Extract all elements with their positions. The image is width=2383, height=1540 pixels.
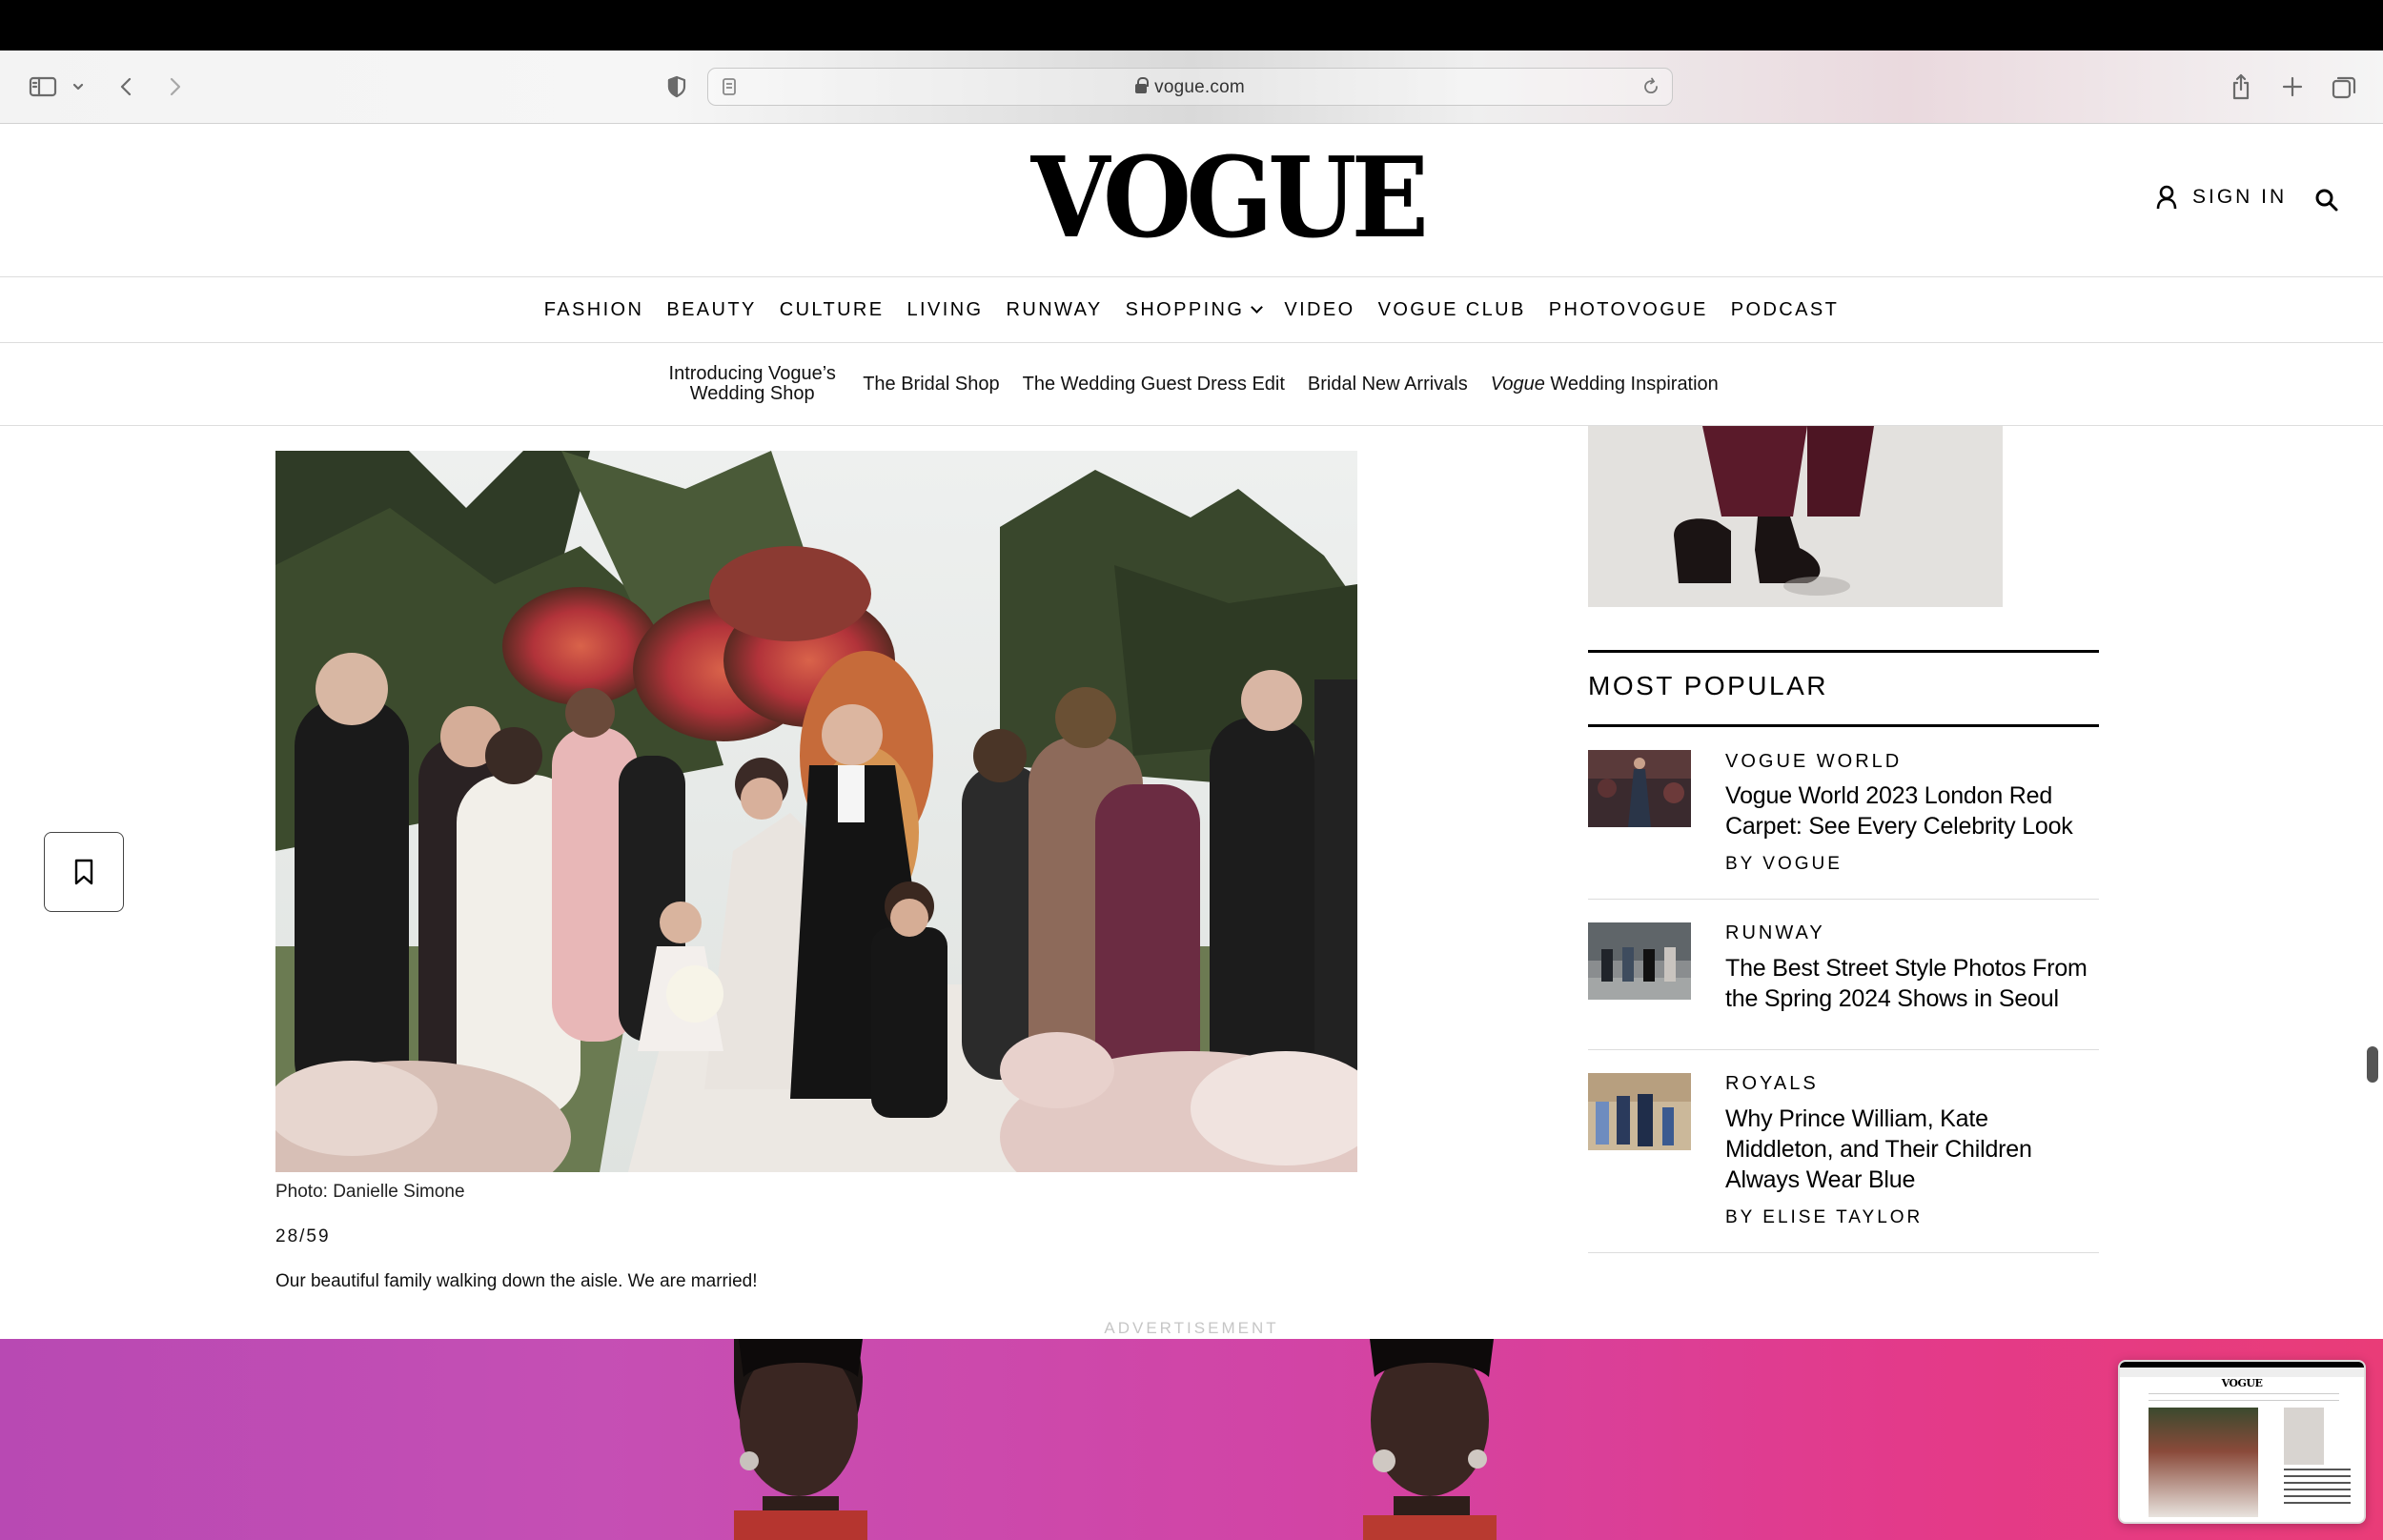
site-header: VOGUE SIGN IN bbox=[0, 124, 2383, 277]
subnav-bridal-new-arrivals[interactable]: Bridal New Arrivals bbox=[1308, 374, 1468, 395]
search-icon[interactable] bbox=[2314, 188, 2339, 217]
chevron-down-icon[interactable] bbox=[71, 70, 86, 104]
address-bar[interactable]: vogue.com bbox=[707, 68, 1673, 106]
nav-shopping[interactable]: SHOPPING bbox=[1125, 298, 1264, 321]
main-nav: FASHION BEAUTY CULTURE LIVING RUNWAY SHO… bbox=[0, 277, 2383, 343]
ad-visual bbox=[734, 1339, 1497, 1540]
preview-logo: VOGUE bbox=[2221, 1377, 2263, 1389]
subnav-wedding-inspiration-rest: Wedding Inspiration bbox=[1544, 373, 1719, 395]
article-thumbnail[interactable] bbox=[1588, 922, 1691, 1000]
subnav-wedding-inspiration-italic: Vogue bbox=[1490, 373, 1545, 395]
royals-thumbnail bbox=[1588, 1073, 1691, 1150]
bookmark-icon bbox=[74, 859, 93, 885]
street-style-thumbnail bbox=[1588, 922, 1691, 1000]
nav-photovogue[interactable]: PHOTOVOGUE bbox=[1549, 299, 1708, 321]
share-icon[interactable] bbox=[2227, 70, 2255, 104]
sub-nav: Introducing Vogue’s Wedding Shop The Brid… bbox=[0, 343, 2383, 426]
preview-photo bbox=[2149, 1408, 2258, 1517]
nav-culture[interactable]: CULTURE bbox=[780, 299, 885, 321]
photo-credit: Photo: Danielle Simone bbox=[275, 1182, 465, 1202]
most-popular-top-rule bbox=[1588, 650, 2099, 653]
scrollbar-thumb[interactable] bbox=[2367, 1046, 2378, 1083]
nav-fashion[interactable]: FASHION bbox=[544, 299, 644, 321]
article-rubric[interactable]: RUNWAY bbox=[1725, 922, 1825, 944]
vogue-logo[interactable]: VOGUE bbox=[1031, 141, 1429, 255]
nav-video[interactable]: VIDEO bbox=[1284, 299, 1354, 321]
most-popular-item[interactable]: VOGUE WORLD Vogue World 2023 London Red … bbox=[1588, 727, 2099, 900]
subnav-guest-dress-edit[interactable]: The Wedding Guest Dress Edit bbox=[1023, 374, 1285, 395]
nav-runway[interactable]: RUNWAY bbox=[1007, 299, 1103, 321]
sidebar-icon[interactable] bbox=[27, 70, 59, 104]
subnav-wedding-shop-line2: Wedding Shop bbox=[689, 383, 815, 404]
menu-bar bbox=[0, 0, 2383, 51]
tabs-overview-icon[interactable] bbox=[2329, 70, 2359, 104]
preview-subnav-rule bbox=[2149, 1400, 2339, 1401]
nav-beauty[interactable]: BEAUTY bbox=[666, 299, 756, 321]
sidebar-ad-visual bbox=[1588, 426, 2003, 607]
nav-living[interactable]: LIVING bbox=[907, 299, 984, 321]
nav-shopping-label: SHOPPING bbox=[1125, 298, 1245, 320]
lock-icon bbox=[1135, 77, 1150, 93]
advertisement-label: ADVERTISEMENT bbox=[1104, 1319, 1279, 1337]
slide-counter: 28/59 bbox=[275, 1226, 331, 1246]
nav-vogue-club[interactable]: VOGUE CLUB bbox=[1378, 299, 1526, 321]
page-preview-thumbnail[interactable]: VOGUE bbox=[2118, 1360, 2366, 1524]
chevron-down-icon bbox=[1251, 301, 1264, 314]
sign-in-label: SIGN IN bbox=[2192, 186, 2288, 208]
most-popular-title: MOST POPULAR bbox=[1588, 671, 1828, 700]
article-byline: BY VOGUE bbox=[1725, 854, 1843, 874]
preview-side-ad bbox=[2284, 1408, 2324, 1465]
article-headline[interactable]: Why Prince William, Kate Middleton, and … bbox=[1725, 1104, 2097, 1195]
most-popular-item[interactable]: RUNWAY The Best Street Style Photos From… bbox=[1588, 900, 2099, 1050]
gallery-photo[interactable] bbox=[275, 451, 1357, 1172]
preview-toolbar bbox=[2120, 1368, 2364, 1377]
nav-podcast[interactable]: PODCAST bbox=[1731, 299, 1839, 321]
subnav-wedding-inspiration[interactable]: Vogue Wedding Inspiration bbox=[1490, 373, 1719, 395]
user-icon bbox=[2156, 185, 2177, 210]
advertisement-banner[interactable] bbox=[0, 1339, 2383, 1540]
article-headline[interactable]: Vogue World 2023 London Red Carpet: See … bbox=[1725, 780, 2097, 841]
subnav-wedding-shop-line1: Introducing Vogue’s bbox=[668, 363, 836, 384]
sign-in-button[interactable]: SIGN IN bbox=[2156, 185, 2287, 210]
privacy-shield-icon[interactable] bbox=[664, 70, 689, 104]
article-thumbnail[interactable] bbox=[1588, 750, 1691, 827]
reload-icon[interactable] bbox=[1641, 77, 1660, 101]
article-rubric[interactable]: VOGUE WORLD bbox=[1725, 751, 1902, 773]
article-rubric[interactable]: ROYALS bbox=[1725, 1073, 1819, 1095]
browser-toolbar: vogue.com bbox=[0, 51, 2383, 124]
subnav-wedding-shop[interactable]: Introducing Vogue’s Wedding Shop bbox=[664, 364, 840, 404]
article-thumbnail[interactable] bbox=[1588, 1073, 1691, 1150]
forward-icon[interactable] bbox=[164, 70, 187, 104]
bookmark-button[interactable] bbox=[44, 832, 124, 912]
wedding-photo bbox=[275, 451, 1357, 1172]
subnav-bridal-shop[interactable]: The Bridal Shop bbox=[863, 374, 999, 395]
url-text: vogue.com bbox=[1154, 77, 1245, 97]
new-tab-icon[interactable] bbox=[2278, 70, 2307, 104]
back-icon[interactable] bbox=[114, 70, 137, 104]
most-popular-item[interactable]: ROYALS Why Prince William, Kate Middleto… bbox=[1588, 1050, 2099, 1253]
article-headline[interactable]: The Best Street Style Photos From the Sp… bbox=[1725, 953, 2097, 1014]
photo-caption: Our beautiful family walking down the ai… bbox=[275, 1271, 758, 1291]
vogue-world-thumbnail bbox=[1588, 750, 1691, 827]
preview-nav-rule bbox=[2149, 1393, 2339, 1394]
sidebar-ad-image[interactable] bbox=[1588, 426, 2003, 607]
article-byline: BY ELISE TAYLOR bbox=[1725, 1207, 1924, 1227]
preview-popular-list bbox=[2284, 1469, 2351, 1507]
